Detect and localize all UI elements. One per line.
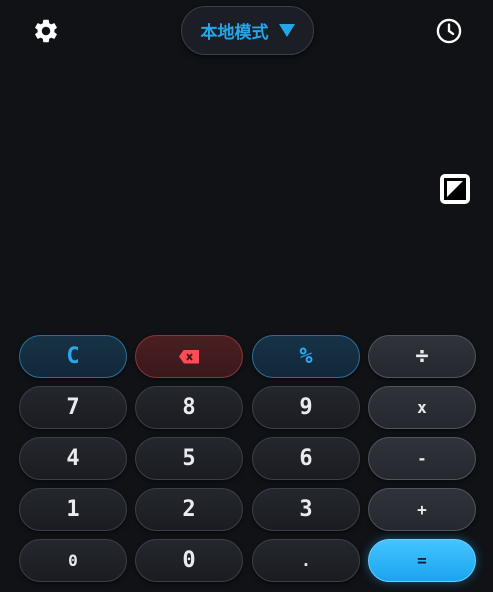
key-label: x (417, 398, 427, 417)
key-label: 0 (182, 548, 196, 573)
equals-button[interactable]: = (368, 539, 476, 582)
key-label: 9 (299, 395, 313, 420)
double-zero-button[interactable]: 0 (135, 539, 243, 582)
clock-icon (436, 18, 462, 44)
digit-6-button[interactable]: 6 (252, 437, 360, 480)
digit-3-button[interactable]: 3 (252, 488, 360, 531)
key-label: % (299, 344, 313, 369)
digit-2-button[interactable]: 2 (135, 488, 243, 531)
mode-selector[interactable]: 本地模式 (181, 6, 314, 55)
clear-button[interactable]: C (19, 335, 127, 378)
key-label: 0 (68, 551, 78, 570)
calculator-app: 本地模式 C % ÷ 7 8 9 x 4 5 6 - 1 2 3 + 0 0 .… (0, 0, 493, 592)
key-label: 4 (66, 446, 80, 471)
settings-button[interactable] (28, 13, 64, 49)
history-button[interactable] (431, 13, 467, 49)
digit-7-button[interactable]: 7 (19, 386, 127, 429)
key-label: 6 (299, 446, 313, 471)
key-label: 7 (66, 395, 80, 420)
gear-icon (35, 19, 57, 43)
digit-8-button[interactable]: 8 (135, 386, 243, 429)
key-label: ÷ (415, 344, 429, 369)
key-label: - (417, 449, 427, 468)
backspace-button[interactable] (135, 335, 243, 378)
sign-toggle-button[interactable] (440, 174, 470, 204)
top-bar: 本地模式 (0, 0, 493, 64)
key-label: 8 (182, 395, 196, 420)
key-label: = (417, 551, 427, 570)
divide-button[interactable]: ÷ (368, 335, 476, 378)
plus-minus-square-icon (444, 178, 466, 200)
percent-button[interactable]: % (252, 335, 360, 378)
digit-9-button[interactable]: 9 (252, 386, 360, 429)
key-label: 3 (299, 497, 313, 522)
backspace-icon (179, 349, 199, 364)
triangle-down-icon (278, 24, 295, 37)
key-label: . (301, 551, 311, 570)
digit-4-button[interactable]: 4 (19, 437, 127, 480)
add-button[interactable]: + (368, 488, 476, 531)
key-label: 2 (182, 497, 196, 522)
decimal-point-button[interactable]: . (252, 539, 360, 582)
key-label: + (417, 500, 427, 519)
digit-1-button[interactable]: 1 (19, 488, 127, 531)
multiply-button[interactable]: x (368, 386, 476, 429)
digit-5-button[interactable]: 5 (135, 437, 243, 480)
subtract-button[interactable]: - (368, 437, 476, 480)
mode-label: 本地模式 (200, 23, 269, 43)
key-label: C (66, 344, 80, 369)
key-label: 5 (182, 446, 196, 471)
display-area (0, 64, 493, 330)
key-label: 1 (66, 497, 80, 522)
digit-0-button[interactable]: 0 (19, 539, 127, 582)
